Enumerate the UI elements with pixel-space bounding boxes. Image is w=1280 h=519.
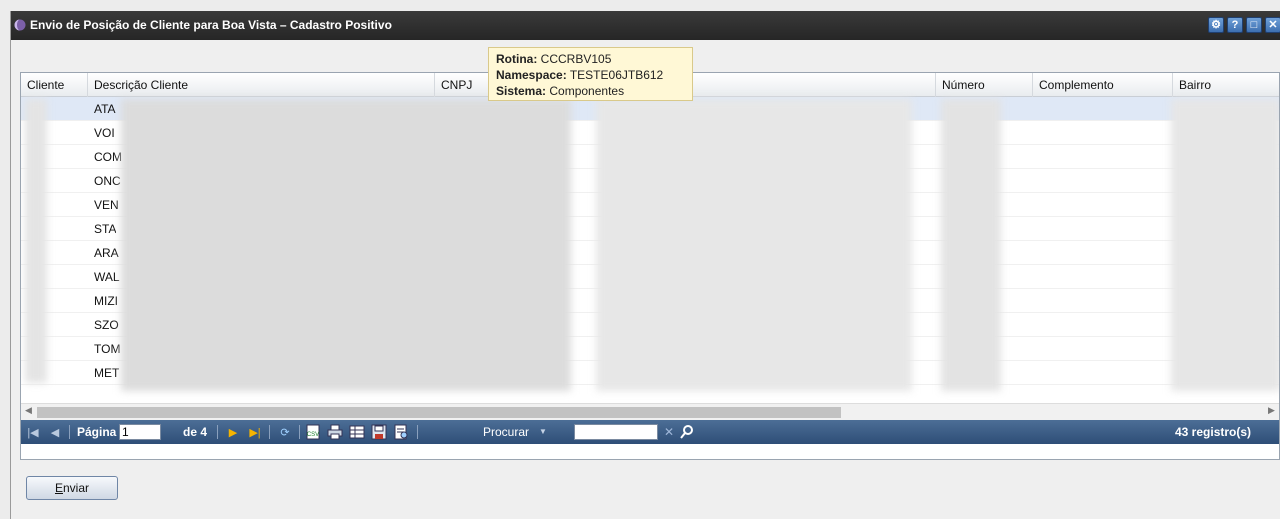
cell-descricao: WAL [94, 270, 120, 284]
search-dropdown-icon[interactable]: ▼ [539, 420, 547, 444]
tooltip-namespace-label: Namespace: [496, 68, 567, 82]
title-bar: Envio de Posição de Cliente para Boa Vis… [11, 11, 1280, 40]
cell-descricao: TOM [94, 342, 121, 356]
page-total-label: de 4 [183, 425, 208, 439]
column-header-cliente[interactable]: Cliente [21, 73, 88, 97]
cell-descricao: SZO [94, 318, 119, 332]
search-icon[interactable] [679, 424, 695, 440]
redacted-endereco [596, 99, 912, 391]
toolbar-separator [299, 425, 300, 439]
scrollbar-thumb[interactable] [37, 407, 841, 418]
toolbar-separator [217, 425, 218, 439]
enviar-mnemonic: E [54, 481, 63, 495]
columns-icon[interactable] [349, 424, 365, 440]
cell-descricao: MIZI [94, 294, 118, 308]
column-header-complemento[interactable]: Complemento [1033, 73, 1173, 97]
window-title: Envio de Posição de Cliente para Boa Vis… [30, 18, 392, 32]
maximize-icon[interactable]: □ [1246, 17, 1262, 33]
app-logo-icon [14, 19, 26, 31]
cell-descricao: VEN [94, 198, 119, 212]
page-label: Página [77, 425, 117, 439]
search-input[interactable] [574, 424, 658, 440]
redacted-cliente-column [25, 99, 47, 383]
tooltip-rotina-value: CCCRBV105 [540, 52, 612, 66]
tooltip-namespace-value: TESTE06JTB612 [569, 68, 664, 82]
column-header-bairro[interactable]: Bairro [1173, 73, 1279, 97]
print-icon[interactable] [327, 424, 343, 440]
column-header-descricao[interactable]: Descrição Cliente [88, 73, 435, 97]
cell-descricao: ATA [94, 102, 116, 116]
next-page-icon[interactable]: ▶ [225, 424, 241, 440]
save-icon[interactable] [371, 424, 387, 440]
scroll-left-icon[interactable]: ◀ [25, 405, 32, 416]
last-page-icon[interactable]: ▶| [247, 424, 263, 440]
gear-icon[interactable]: ⚙ [1208, 17, 1224, 33]
routine-tooltip: Rotina: CCCRBV105 Namespace: TESTE06JTB6… [488, 47, 693, 101]
toolbar-separator [269, 425, 270, 439]
window-controls: ⚙ ? □ ✕ [1208, 17, 1280, 33]
svg-text:CSV: CSV [307, 432, 319, 438]
enviar-label: nviar [63, 481, 90, 495]
toolbar-separator [417, 425, 418, 439]
page-number-input[interactable] [119, 424, 161, 440]
redacted-bairro [1171, 99, 1279, 391]
horizontal-scrollbar[interactable]: ◀ ▶ [21, 403, 1279, 420]
first-page-icon[interactable]: |◀ [25, 424, 41, 440]
enviar-button[interactable]: Enviar [26, 476, 118, 500]
cell-descricao: STA [94, 222, 117, 236]
close-icon[interactable]: ✕ [1265, 17, 1280, 33]
cell-descricao: ARA [94, 246, 119, 260]
column-header-numero[interactable]: Número [936, 73, 1033, 97]
redacted-numero [941, 99, 1001, 391]
tooltip-rotina-label: Rotina: [496, 52, 538, 66]
redacted-descricao-cnpj [121, 99, 571, 391]
tooltip-sistema-value: Componentes [549, 84, 625, 98]
cell-descricao: VOI [94, 126, 115, 140]
help-icon[interactable]: ? [1227, 17, 1243, 33]
paging-toolbar: |◀ ◀ Página de 4 ▶ ▶| ⟳ CSV Procurar ▼ ✕ [21, 420, 1279, 444]
report-icon[interactable] [393, 424, 409, 440]
toolbar-separator [69, 425, 70, 439]
export-csv-icon[interactable]: CSV [305, 424, 321, 440]
search-label[interactable]: Procurar [483, 420, 529, 444]
record-count: 43 registro(s) [1175, 425, 1252, 439]
clients-grid: Cliente Descrição Cliente CNPJ Número Co… [20, 72, 1280, 460]
previous-page-icon[interactable]: ◀ [47, 424, 63, 440]
clear-search-icon[interactable]: ✕ [661, 424, 677, 440]
cell-descricao: ONC [94, 174, 121, 188]
cell-descricao: MET [94, 366, 120, 380]
cell-descricao: COM [94, 150, 122, 164]
scroll-right-icon[interactable]: ▶ [1268, 405, 1275, 416]
tooltip-sistema-label: Sistema: [496, 84, 547, 98]
refresh-icon[interactable]: ⟳ [277, 424, 293, 440]
